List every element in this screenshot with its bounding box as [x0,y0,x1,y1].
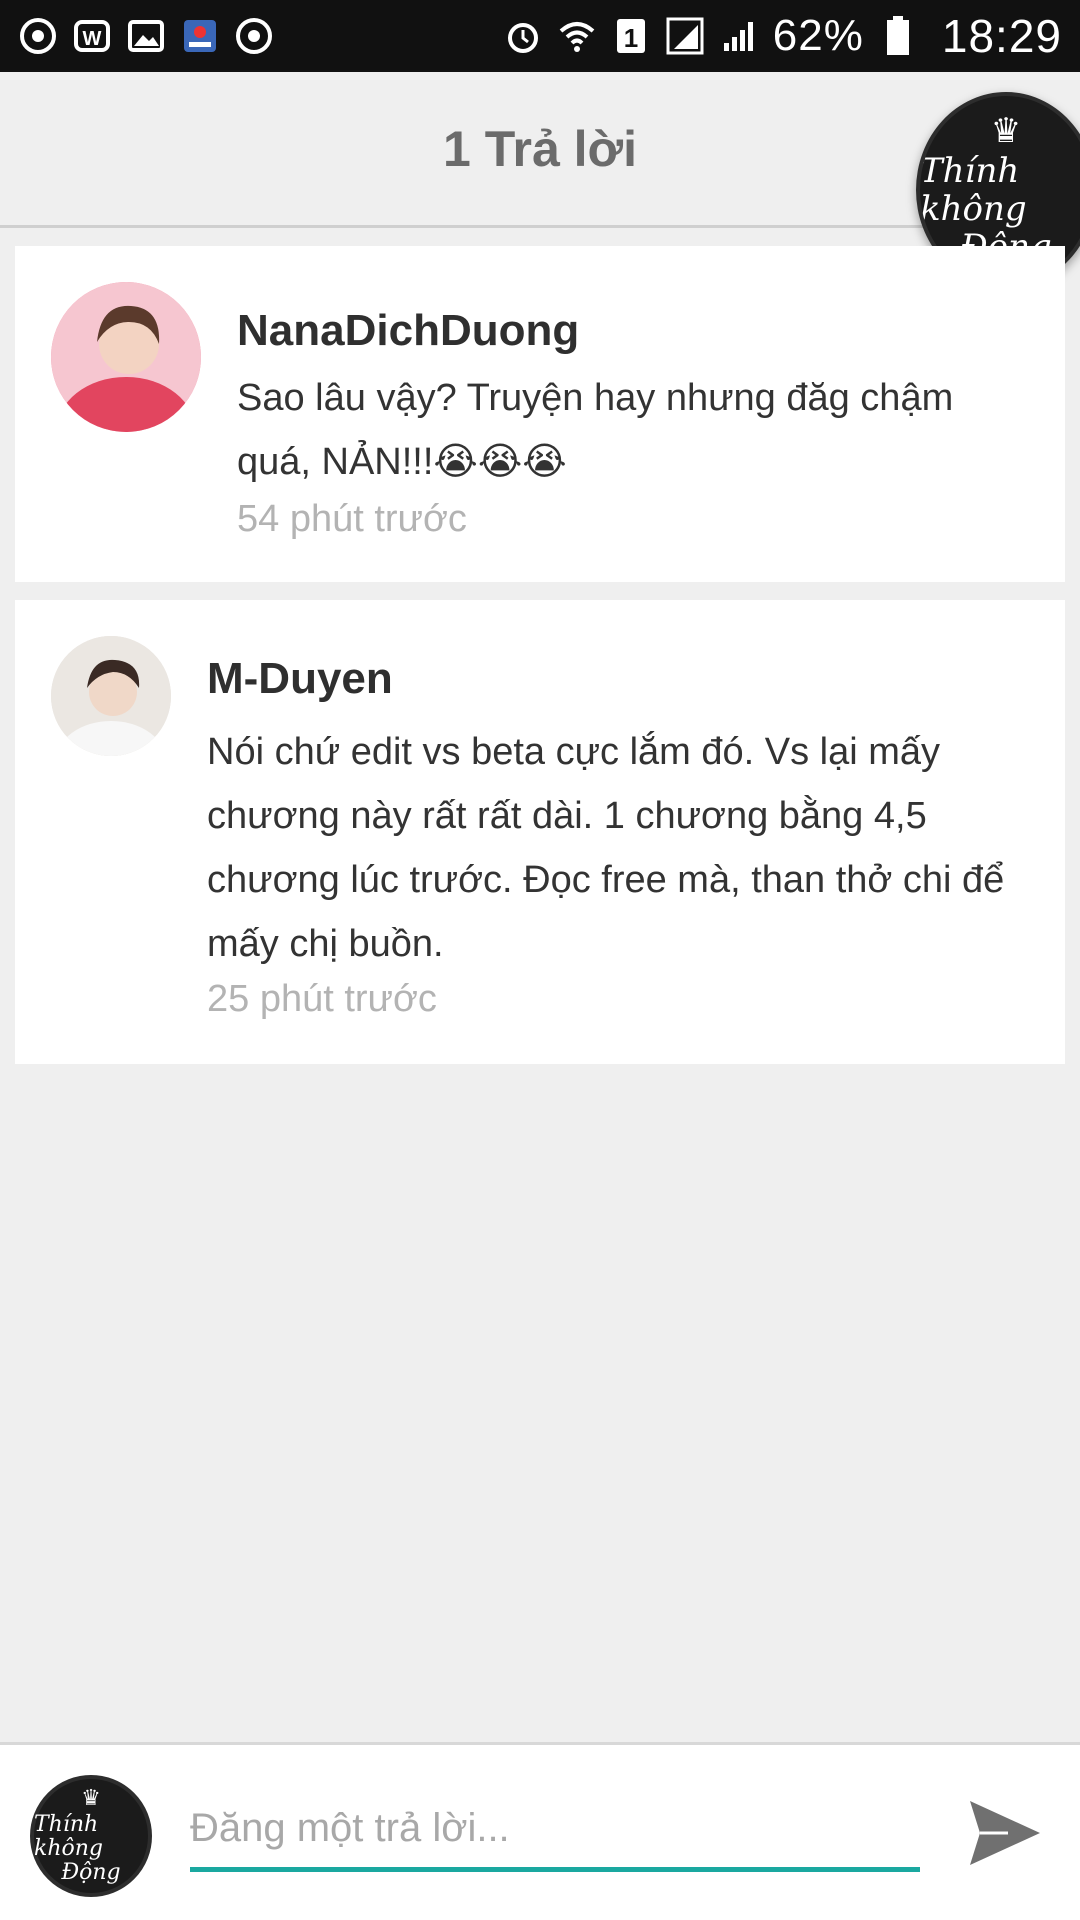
comment-text: Sao lâu vậy? Truyện hay nhưng đăg chậm q… [237,366,1037,494]
alarm-icon [503,16,543,56]
comment-card: M-Duyen Nói chứ edit vs beta cực lắm đó.… [15,600,1065,1064]
sim1-icon: 1 [611,16,651,56]
reply-composer: ♛ Thính không Động [0,1742,1080,1920]
signal-icon [719,16,759,56]
svg-text:W: W [83,28,102,50]
badge-text-line1: Thính không [34,1812,103,1861]
badge-text-line2: Động [61,1860,121,1885]
status-bar-notifications: W [18,16,274,56]
avatar[interactable] [51,636,171,756]
status-bar: W 1 62% 18:29 [0,0,1080,72]
comment-author[interactable]: M-Duyen [207,654,393,704]
aperture-icon [18,16,58,56]
flag-app-icon [180,16,220,56]
comment-card: NanaDichDuong Sao lâu vậy? Truyện hay nh… [15,246,1065,582]
w-app-icon: W [72,16,112,56]
battery-icon [878,16,918,56]
wifi-icon [557,16,597,56]
input-underline [190,1867,920,1872]
send-button[interactable] [962,1793,1046,1877]
clock: 18:29 [941,10,1062,62]
status-bar-system: 1 62% 18:29 [503,9,1062,63]
crown-icon: ♛ [81,1785,101,1810]
crying-laughing-emoji: 😭😭😭 [433,441,567,483]
battery-percent: 62% [772,11,864,60]
page-title: 1 Trả lời [443,120,637,177]
comment-text-content: Sao lâu vậy? Truyện hay nhưng đăg chậm q… [237,377,954,483]
svg-text:1: 1 [624,23,638,53]
signal-icon [665,16,705,56]
comment-author[interactable]: NanaDichDuong [237,306,579,356]
comment-timestamp: 54 phút trước [237,498,467,540]
comment-timestamp: 25 phút trước [207,978,437,1020]
avatar[interactable] [51,282,201,432]
badge-text-line1: Thính không [920,151,1027,229]
image-icon [126,16,166,56]
crown-icon: ♛ [990,112,1022,150]
send-icon [964,1793,1044,1878]
aperture-icon [234,16,274,56]
avatar[interactable]: ♛ Thính không Động [30,1775,152,1897]
reply-input[interactable] [190,1793,920,1863]
comment-text: Nói chứ edit vs beta cực lắm đó. Vs lại … [207,731,1005,965]
